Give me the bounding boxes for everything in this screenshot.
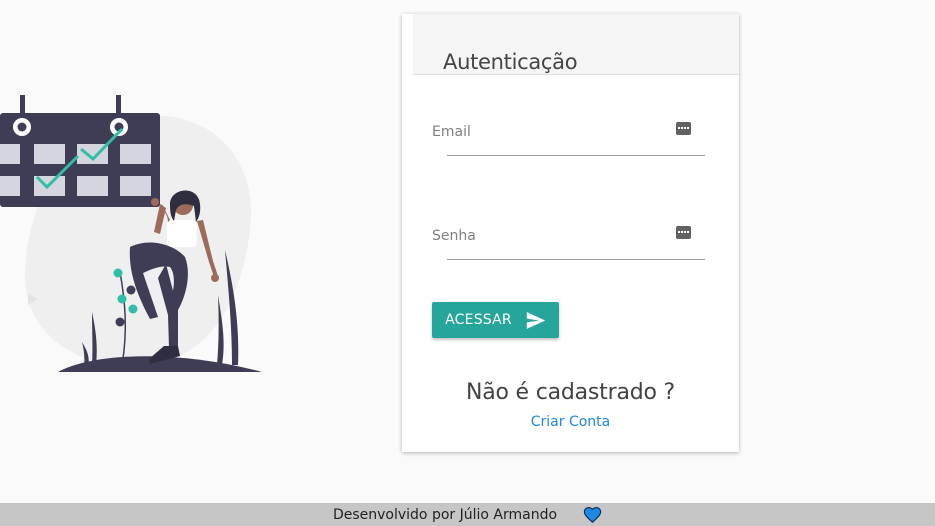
- send-icon: [526, 311, 546, 329]
- email-input[interactable]: [447, 115, 705, 156]
- password-input[interactable]: [447, 219, 705, 260]
- create-account-link[interactable]: Criar Conta: [402, 414, 739, 430]
- keyboard-icon: [676, 122, 691, 135]
- email-field: Email: [432, 112, 705, 156]
- keyboard-icon: [676, 226, 691, 239]
- card-header: Autenticação: [413, 14, 739, 75]
- password-field: Senha: [432, 216, 705, 260]
- heart-icon: [583, 506, 602, 523]
- login-button-label: ACESSAR: [445, 312, 512, 328]
- login-button[interactable]: ACESSAR: [432, 302, 559, 338]
- login-card: Autenticação Email Senha ACESSAR Não é c…: [402, 14, 739, 452]
- footer-text: Desenvolvido por Júlio Armando: [332, 506, 558, 523]
- register-question: Não é cadastrado ?: [465, 380, 676, 405]
- calendar-illustration: [0, 95, 262, 372]
- page-title: Autenticação: [443, 50, 578, 75]
- footer: Desenvolvido por Júlio Armando: [0, 503, 935, 526]
